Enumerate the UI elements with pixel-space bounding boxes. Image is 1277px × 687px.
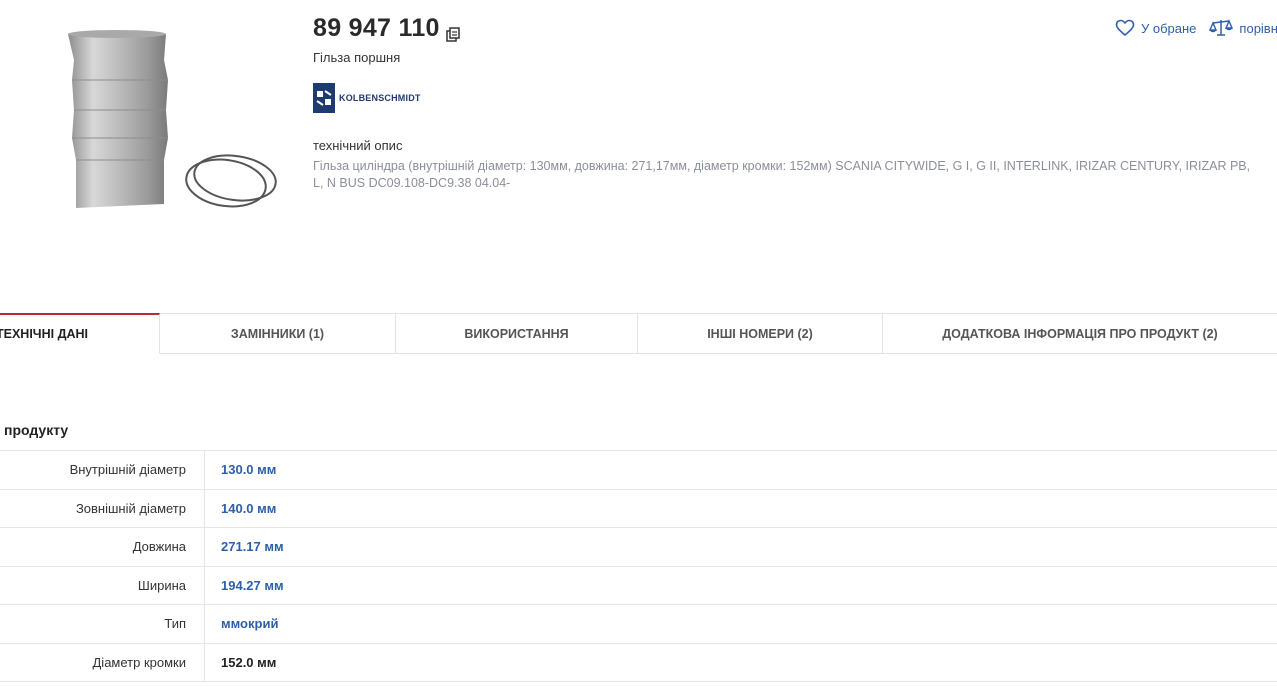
specs-section-title: продукту xyxy=(4,422,69,438)
table-row: Ширина 194.27 мм xyxy=(0,566,1277,605)
table-row: Тип ммокрий xyxy=(0,605,1277,644)
product-tabs: ТЕХНІЧНІ ДАНІ ЗАМІННИКИ (1) ВИКОРИСТАННЯ… xyxy=(0,313,1277,354)
specs-table: Внутрішній діаметр 130.0 мм Зовнішній ді… xyxy=(0,450,1277,682)
favorite-label: У обране xyxy=(1141,20,1197,36)
tab-substitutes[interactable]: ЗАМІННИКИ (1) xyxy=(160,313,396,354)
spec-label: Внутрішній діаметр xyxy=(0,451,205,489)
tab-label: ВИКОРИСТАННЯ xyxy=(464,327,569,341)
description-text: Гільза циліндра (внутрішній діаметр: 130… xyxy=(313,158,1277,192)
brand-logo-icon xyxy=(313,83,335,113)
favorite-button[interactable]: У обране xyxy=(1115,19,1196,37)
product-image[interactable] xyxy=(52,20,292,220)
spec-label: Зовнішній діаметр xyxy=(0,489,205,527)
part-number: 89 947 110 xyxy=(313,14,461,43)
spec-value-link[interactable]: ммокрий xyxy=(205,616,278,631)
tab-additional-info[interactable]: ДОДАТКОВА ІНФОРМАЦІЯ ПРО ПРОДУКТ (2) xyxy=(883,313,1277,354)
spec-value-link[interactable]: 130.0 мм xyxy=(205,462,276,477)
tab-label: ІНШІ НОМЕРИ (2) xyxy=(707,327,813,341)
spec-label: Тип xyxy=(0,605,205,643)
spec-value-link[interactable]: 140.0 мм xyxy=(205,501,276,516)
spec-value-link[interactable]: 194.27 мм xyxy=(205,578,284,593)
spec-label: Діаметр кромки xyxy=(0,643,205,681)
table-row: Діаметр кромки 152.0 мм xyxy=(0,643,1277,682)
tab-other-numbers[interactable]: ІНШІ НОМЕРИ (2) xyxy=(638,313,883,354)
spec-value-link[interactable]: 271.17 мм xyxy=(205,539,284,554)
description-title: технічний опис xyxy=(313,138,403,153)
description-line-1: Гільза циліндра (внутрішній діаметр: 130… xyxy=(313,159,1251,173)
brand-name: KOLBENSCHMIDT xyxy=(339,93,421,103)
table-row: Зовнішній діаметр 140.0 мм xyxy=(0,489,1277,528)
tab-technical-data[interactable]: ТЕХНІЧНІ ДАНІ xyxy=(0,313,160,354)
product-actions: У обране порівн xyxy=(1115,19,1277,37)
tab-label: ТЕХНІЧНІ ДАНІ xyxy=(0,327,88,341)
brand-logo[interactable]: KOLBENSCHMIDT xyxy=(313,83,421,113)
heart-icon xyxy=(1115,19,1135,37)
compare-button[interactable]: порівн xyxy=(1209,19,1277,37)
scales-icon xyxy=(1209,19,1234,36)
part-number-text: 89 947 110 xyxy=(313,14,440,42)
tab-label: ДОДАТКОВА ІНФОРМАЦІЯ ПРО ПРОДУКТ (2) xyxy=(942,327,1218,341)
tab-label: ЗАМІННИКИ (1) xyxy=(230,327,325,341)
table-row: Внутрішній діаметр 130.0 мм xyxy=(0,451,1277,490)
product-name: Гільза поршня xyxy=(313,50,401,65)
tab-usage[interactable]: ВИКОРИСТАННЯ xyxy=(396,313,638,354)
description-line-2: L, N BUS DC09.108-DC9.38 04.04- xyxy=(313,176,511,190)
table-row: Довжина 271.17 мм xyxy=(0,528,1277,567)
spec-value: 152.0 мм xyxy=(221,654,277,670)
copy-icon[interactable] xyxy=(445,21,461,42)
spec-label: Довжина xyxy=(0,528,205,566)
spec-label: Ширина xyxy=(0,566,205,604)
compare-label: порівн xyxy=(1239,20,1277,36)
